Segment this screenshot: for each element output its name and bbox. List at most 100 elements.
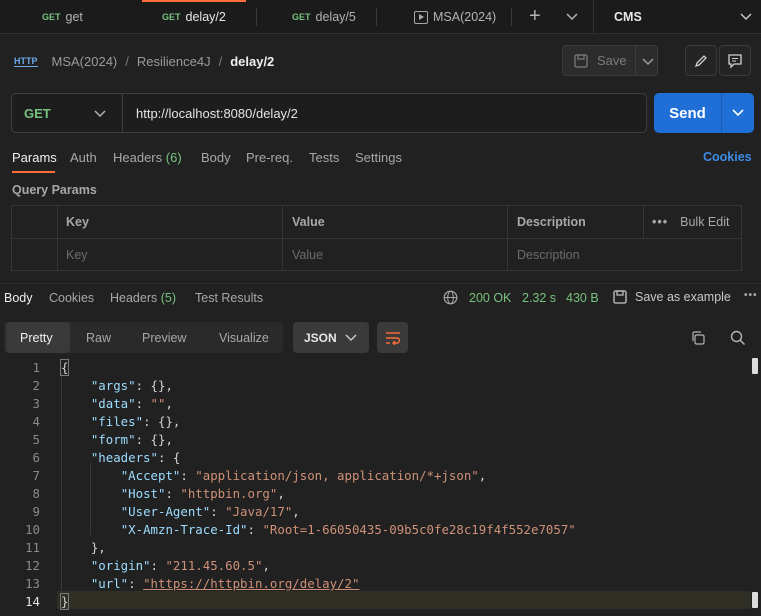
code-line: "User-Agent": "Java/17", — [120, 504, 300, 519]
line-number: 1 — [32, 360, 40, 375]
method-badge: GET — [42, 12, 61, 22]
json-link[interactable]: "https://httpbin.org/delay/2" — [143, 576, 359, 591]
line-number: 4 — [32, 414, 40, 429]
send-label: Send — [669, 104, 706, 122]
status-code[interactable]: 200 OK — [469, 291, 511, 305]
response-tab-test-results[interactable]: Test Results — [195, 291, 263, 305]
breadcrumb-request[interactable]: delay/2 — [230, 54, 274, 69]
new-tab-plus-icon[interactable]: + — [529, 6, 541, 26]
copy-icon[interactable] — [690, 330, 706, 346]
tab-settings[interactable]: Settings — [355, 150, 402, 165]
code-line: "files": {}, — [90, 414, 181, 429]
response-time[interactable]: 2.32 s — [522, 291, 556, 305]
value-input[interactable]: Value — [292, 239, 323, 270]
json-key: "Host" — [120, 486, 166, 501]
query-params-title: Query Params — [12, 183, 97, 197]
key-input[interactable]: Key — [66, 239, 88, 270]
tab-tests[interactable]: Tests — [309, 150, 339, 165]
save-button[interactable]: Save — [562, 45, 658, 76]
line-number: 12 — [25, 558, 40, 573]
save-label: Save — [597, 53, 627, 68]
response-body-editor[interactable]: 1 2 3 4 5 6 7 8 9 10 11 12 13 14 { "args… — [0, 358, 761, 616]
divider — [635, 46, 636, 75]
edit-button[interactable] — [685, 45, 717, 76]
tab-list-chevron-icon[interactable] — [566, 12, 578, 22]
scrollbar-thumb[interactable] — [752, 592, 758, 608]
url-input[interactable]: http://localhost:8080/delay/2 — [136, 94, 298, 132]
chevron-down-icon[interactable] — [642, 57, 654, 67]
chevron-down-icon — [740, 13, 752, 21]
line-number: 6 — [32, 450, 40, 465]
bulk-edit-label: Bulk Edit — [680, 215, 730, 229]
method-select[interactable]: GET — [24, 94, 106, 132]
globe-icon[interactable] — [443, 290, 458, 305]
divider — [0, 283, 761, 284]
wrap-lines-button[interactable] — [377, 322, 408, 353]
tab-delay-2[interactable]: GET delay/2 — [142, 0, 246, 34]
column-value: Value — [292, 215, 325, 229]
query-params-table: Key Value Description ••• Bulk Edit Key … — [11, 205, 742, 271]
tab-divider — [511, 8, 512, 26]
response-tab-headers-label: Headers — [110, 291, 158, 305]
tab-body[interactable]: Body — [201, 150, 231, 165]
view-preview[interactable]: Preview — [142, 322, 186, 353]
tab-get[interactable]: GET get — [42, 0, 83, 34]
json-key: "X-Amzn-Trace-Id" — [120, 522, 248, 537]
view-visualize[interactable]: Visualize — [219, 322, 269, 353]
comments-button[interactable] — [719, 45, 751, 76]
response-tab-body[interactable]: Body — [4, 291, 33, 305]
send-button[interactable]: Send — [654, 93, 754, 133]
description-input[interactable]: Description — [517, 239, 580, 270]
tab-label: delay/2 — [185, 10, 226, 24]
json-key: "files" — [90, 414, 144, 429]
wrap-lines-icon — [385, 331, 400, 345]
format-select[interactable]: JSON — [293, 322, 369, 353]
json-key: "data" — [90, 396, 136, 411]
json-value: "application/json, application/*+json" — [195, 468, 479, 483]
code-line: }, — [61, 540, 106, 555]
breadcrumb-folder[interactable]: Resilience4J — [137, 54, 211, 69]
bulk-edit-button[interactable]: ••• Bulk Edit — [652, 206, 729, 238]
tab-prereq[interactable]: Pre-req. — [246, 150, 293, 165]
line-number: 8 — [32, 486, 40, 501]
tab-params[interactable]: Params — [12, 150, 57, 165]
tab-auth[interactable]: Auth — [70, 150, 97, 165]
tab-delay-5[interactable]: GET delay/5 — [292, 0, 356, 34]
save-as-example-button[interactable]: Save as example — [613, 290, 731, 304]
response-tab-headers[interactable]: Headers (5) — [110, 291, 176, 305]
tab-headers[interactable]: Headers (6) — [113, 150, 182, 165]
breadcrumb-separator: / — [218, 53, 223, 69]
save-icon — [613, 290, 627, 304]
method-badge: GET — [162, 12, 181, 22]
tab-msa-2024[interactable]: MSA(2024) — [414, 0, 496, 34]
chevron-down-icon[interactable] — [732, 108, 744, 118]
environment-selector[interactable]: CMS — [593, 0, 761, 34]
column-description: Description — [517, 215, 586, 229]
response-size[interactable]: 430 B — [566, 291, 599, 305]
search-icon[interactable] — [730, 330, 746, 346]
line-number: 13 — [25, 576, 40, 591]
code-line: { — [59, 359, 70, 376]
cookies-link[interactable]: Cookies — [703, 150, 752, 164]
response-tab-cookies[interactable]: Cookies — [49, 291, 94, 305]
code-line: "Host": "httpbin.org", — [120, 486, 285, 501]
line-number: 14 — [25, 594, 40, 609]
json-value: "211.45.60.5" — [165, 558, 263, 573]
breadcrumb-collection[interactable]: MSA(2024) — [52, 54, 118, 69]
line-number: 10 — [25, 522, 40, 537]
view-raw[interactable]: Raw — [86, 322, 111, 353]
comment-icon — [728, 53, 742, 69]
code-line: "X-Amzn-Trace-Id": "Root=1-66050435-09b5… — [120, 522, 576, 537]
more-icon: ••• — [652, 215, 669, 229]
json-key: "headers" — [90, 450, 158, 465]
more-icon[interactable]: ••• — [744, 290, 758, 301]
view-pretty[interactable]: Pretty — [6, 322, 70, 353]
code-line: "Accept": "application/json, application… — [120, 468, 487, 483]
code-line: "headers": { — [90, 450, 181, 465]
divider — [721, 93, 722, 133]
code-line: "form": {}, — [90, 432, 173, 447]
http-icon: HTTP — [14, 55, 38, 67]
code-line: "args": {}, — [90, 378, 173, 393]
scrollbar-thumb[interactable] — [752, 358, 758, 374]
breadcrumb: HTTP MSA(2024) / Resilience4J / delay/2 — [14, 48, 274, 74]
